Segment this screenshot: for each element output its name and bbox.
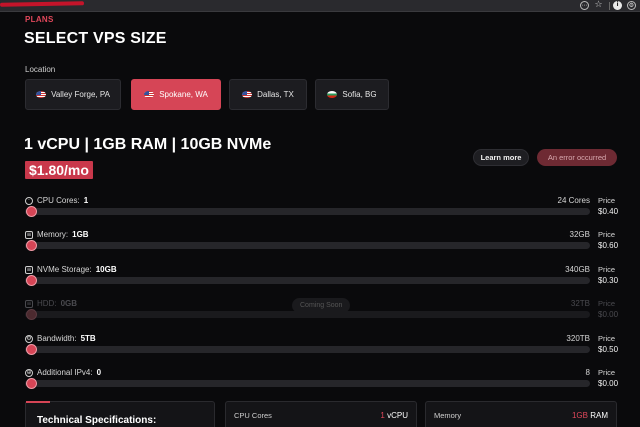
globe-icon: ⊕ (25, 368, 33, 377)
slider-row-nvme: ≡ NVMe Storage: 10GB 340GB Price $0.30 (25, 264, 620, 294)
slider-label: CPU Cores: (37, 196, 80, 205)
page-title: SELECT VPS SIZE (24, 30, 167, 47)
memory-slider-handle[interactable] (26, 240, 37, 251)
slider-max: 24 Cores (557, 196, 590, 205)
spec-unit: RAM (590, 411, 608, 420)
info-icon[interactable]: i (613, 1, 622, 10)
more-options-icon[interactable]: ⋯ (580, 1, 589, 10)
location-label: Location (25, 65, 56, 74)
slider-label: Additional IPv4: (37, 368, 93, 377)
location-option-spokane[interactable]: Spokane, WA (131, 79, 221, 110)
slider-label: Memory: (37, 230, 69, 239)
location-option-valley-forge[interactable]: Valley Forge, PA (25, 79, 121, 110)
location-option-label: Dallas, TX (257, 90, 294, 99)
cpu-slider-handle[interactable] (26, 206, 37, 217)
slider-max: 32TB (570, 299, 590, 308)
price-label: Price (598, 334, 616, 343)
location-option-dallas[interactable]: Dallas, TX (229, 79, 307, 110)
bandwidth-slider-handle[interactable] (26, 344, 37, 355)
us-flag-icon (36, 91, 47, 98)
spec-number: 1 (380, 411, 385, 420)
slider-label: HDD: (37, 299, 57, 308)
slider-max: 340GB (565, 265, 590, 274)
price-value: $0.60 (598, 241, 619, 250)
slider-max: 32GB (569, 230, 590, 239)
price-label: Price (598, 368, 616, 377)
plan-price: $1.80/mo (25, 161, 93, 179)
bandwidth-slider-track[interactable] (25, 346, 590, 353)
price-label: Price (598, 196, 616, 205)
slider-row-cpu: · CPU Cores: 1 24 Cores Price $0.40 (25, 195, 620, 225)
panel-accent (26, 401, 50, 403)
cpu-icon: · (25, 196, 33, 205)
slider-value: 1 (83, 196, 89, 205)
slider-value: 0 (96, 368, 102, 377)
spec-unit: vCPU (387, 411, 408, 420)
spec-card-cpu: CPU Cores 1 vCPU (225, 401, 417, 427)
location-option-sofia[interactable]: Sofia, BG (315, 79, 389, 110)
slider-label: NVMe Storage: (37, 265, 92, 274)
memory-slider-track[interactable] (25, 242, 590, 249)
price-value: $0.40 (598, 207, 619, 216)
slider-label: Bandwidth: (37, 334, 77, 343)
error-button[interactable]: An error occurred (537, 149, 617, 166)
price-value: $0.00 (598, 310, 619, 319)
cpu-slider-track[interactable] (25, 208, 590, 215)
spec-value: 1 vCPU (380, 411, 408, 420)
price-label: Price (598, 230, 616, 239)
slider-value: 1GB (72, 230, 89, 239)
hdd-slider-handle (26, 309, 37, 320)
learn-more-button[interactable]: Learn more (473, 149, 529, 166)
spec-number: 1GB (571, 411, 588, 420)
us-flag-icon (242, 91, 253, 98)
location-option-label: Spokane, WA (159, 90, 208, 99)
ipv4-slider-track[interactable] (25, 380, 590, 387)
us-flag-icon (144, 91, 155, 98)
slider-row-ipv4: ⊕ Additional IPv4: 0 8 Price $0.00 (25, 367, 620, 397)
bookmark-star-icon[interactable]: ☆ (594, 1, 603, 10)
price-label: Price (598, 265, 616, 274)
spec-value: 1GB RAM (572, 411, 608, 420)
price-value: $0.00 (598, 379, 619, 388)
bg-flag-icon (327, 91, 338, 98)
plan-name: 1 vCPU | 1GB RAM | 10GB NVMe (24, 136, 272, 153)
tech-specs-panel: Technical Specifications: (25, 401, 215, 427)
tech-specs-title: Technical Specifications: (37, 415, 157, 426)
spec-label: CPU Cores (234, 411, 272, 420)
section-label: PLANS (25, 15, 54, 24)
hdd-slider-track (25, 311, 590, 318)
slider-value: 5TB (80, 334, 96, 343)
location-option-label: Valley Forge, PA (51, 90, 110, 99)
slider-value: 10GB (95, 265, 117, 274)
bandwidth-icon: ⚙ (25, 334, 33, 343)
settings-gear-icon[interactable]: ⚙ (627, 1, 636, 10)
memory-icon: ≡ (25, 230, 33, 239)
price-value: $0.30 (598, 276, 619, 285)
slider-row-memory: ≡ Memory: 1GB 32GB Price $0.60 (25, 229, 620, 259)
nvme-slider-track[interactable] (25, 277, 590, 284)
spec-label: Memory (434, 411, 462, 420)
browser-toolbar: ⋯ ☆ i ⚙ (0, 0, 640, 12)
slider-max: 320TB (566, 334, 590, 343)
redacted-url-mark (0, 1, 85, 7)
slider-row-bandwidth: ⚙ Bandwidth: 5TB 320TB Price $0.50 (25, 333, 620, 363)
storage-icon: ≡ (25, 265, 33, 274)
hdd-icon: ≡ (25, 299, 33, 308)
toolbar-divider (609, 2, 610, 10)
price-value: $0.50 (598, 345, 619, 354)
slider-max: 8 (585, 368, 590, 377)
nvme-slider-handle[interactable] (26, 275, 37, 286)
spec-card-memory: Memory 1GB RAM (425, 401, 617, 427)
location-option-label: Sofia, BG (342, 90, 377, 99)
price-label: Price (598, 299, 616, 308)
ipv4-slider-handle[interactable] (26, 378, 37, 389)
slider-value: 0GB (60, 299, 78, 308)
slider-row-hdd: ≡ HDD: 0GB Coming Soon 32TB Price $0.00 (25, 298, 620, 328)
